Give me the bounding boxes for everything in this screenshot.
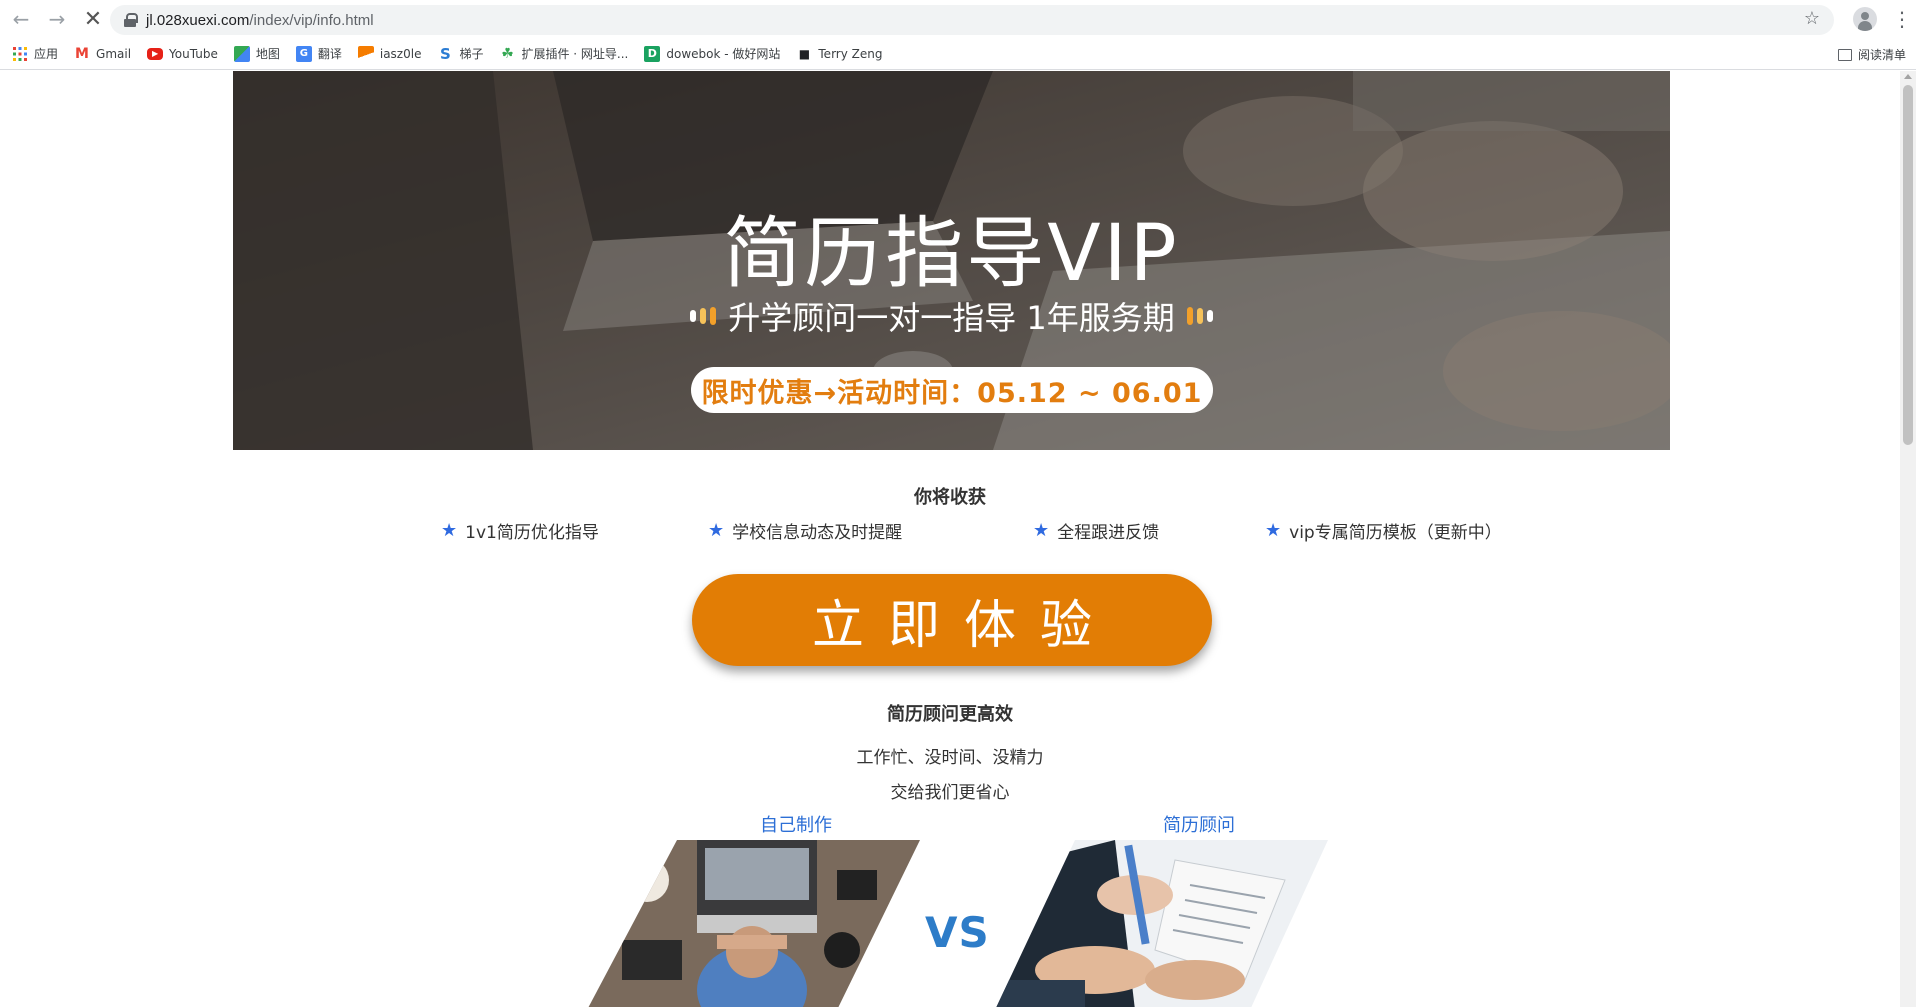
- diy-label: 自己制作: [760, 815, 832, 836]
- page-scrollbar[interactable]: [1900, 71, 1916, 1007]
- star-icon: ★: [441, 520, 458, 541]
- hero-banner: 简历指导VIP 升学顾问一对一指导 1年服务期 限时优惠→活动时间：05.12 …: [233, 71, 1670, 450]
- bookmark-terry-zeng[interactable]: ■ Terry Zeng: [796, 46, 883, 62]
- benefit-item: ★ 学校信息动态及时提醒: [708, 518, 902, 543]
- benefit-item: ★ vip专属简历模板（更新中）: [1265, 518, 1502, 543]
- bookmark-star-icon[interactable]: ☆: [1804, 8, 1820, 29]
- efficiency-line-2: 交给我们更省心: [890, 783, 1010, 803]
- bookmark-label: 地图: [255, 47, 280, 61]
- url-path: /index/vip/info.html: [249, 11, 374, 29]
- page-content: 简历指导VIP 升学顾问一对一指导 1年服务期 限时优惠→活动时间：05.12 …: [0, 71, 1900, 1007]
- browser-toolbar: ← → ✕ jl.028xuexi.com/index/vip/info.htm…: [0, 0, 1916, 38]
- efficiency-heading: 简历顾问更高效: [887, 704, 1013, 725]
- bookmark-label: 梯子: [459, 47, 484, 61]
- bookmarks-bar: 应用 M Gmail ▶ YouTube 地图 G 翻译 iasz0le S 梯…: [0, 38, 1916, 70]
- consultant-label: 简历顾问: [1163, 815, 1235, 836]
- terry-icon: ■: [798, 46, 811, 61]
- benefit-label: 1v1简历优化指导: [465, 523, 599, 543]
- banner-subtitle-row: 升学顾问一对一指导 1年服务期: [233, 293, 1670, 339]
- d-logo-icon: D: [644, 45, 661, 62]
- consultant-photo: [995, 840, 1328, 1007]
- versus-label: VS: [925, 908, 990, 957]
- bookmark-label: 翻译: [317, 47, 342, 61]
- bookmark-flag-icon: [357, 45, 374, 62]
- reading-list-label: 阅读清单: [1857, 48, 1906, 62]
- bookmark-label: 应用: [34, 47, 59, 61]
- bookmark-maps[interactable]: 地图: [233, 45, 280, 62]
- decorative-bars-icon: [690, 307, 717, 325]
- bookmark-translate[interactable]: G 翻译: [295, 45, 342, 62]
- benefits-heading: 你将收获: [914, 487, 986, 508]
- banner-subtitle: 升学顾问一对一指导 1年服务期: [728, 299, 1175, 337]
- back-arrow-icon[interactable]: ←: [6, 4, 36, 34]
- apps-grid-icon: [12, 46, 28, 62]
- profile-avatar-icon[interactable]: [1853, 7, 1877, 31]
- lock-icon: [124, 13, 138, 27]
- star-icon: ★: [1033, 520, 1050, 541]
- extension-icon: ☘: [501, 45, 514, 62]
- benefit-item: ★ 1v1简历优化指导: [441, 518, 599, 543]
- bookmark-label: Terry Zeng: [818, 46, 883, 61]
- decorative-bars-icon: [1186, 307, 1213, 325]
- scrollbar-thumb[interactable]: [1903, 85, 1913, 445]
- benefit-label: 学校信息动态及时提醒: [732, 523, 903, 543]
- promo-badge: 限时优惠→活动时间：05.12 ~ 06.01: [691, 367, 1213, 413]
- efficiency-line-1: 工作忙、没时间、没精力: [856, 748, 1044, 768]
- bookmark-gmail[interactable]: M Gmail: [74, 46, 131, 62]
- bookmark-iasz0le[interactable]: iasz0le: [357, 45, 422, 62]
- benefit-item: ★ 全程跟进反馈: [1033, 518, 1159, 543]
- url-text: jl.028xuexi.com/index/vip/info.html: [146, 12, 374, 29]
- translate-icon: G: [295, 45, 312, 62]
- bookmark-apps[interactable]: 应用: [12, 45, 58, 62]
- stop-loading-icon[interactable]: ✕: [78, 4, 108, 34]
- star-icon: ★: [708, 520, 725, 541]
- benefit-label: 全程跟进反馈: [1057, 523, 1160, 543]
- maps-icon: [233, 45, 250, 62]
- scroll-up-icon[interactable]: [1904, 74, 1912, 79]
- banner-title: 简历指导VIP: [723, 209, 1180, 299]
- reading-list-button[interactable]: 阅读清单: [1837, 46, 1906, 63]
- youtube-icon: ▶: [147, 47, 164, 60]
- forward-arrow-icon[interactable]: →: [42, 4, 72, 34]
- bookmark-label: 扩展插件 · 网址导...: [521, 47, 629, 61]
- address-bar[interactable]: jl.028xuexi.com/index/vip/info.html ☆: [110, 5, 1834, 35]
- bookmark-dowebok[interactable]: D dowebok - 做好网站: [644, 45, 780, 62]
- gmail-icon: M: [75, 45, 89, 62]
- bookmark-label: YouTube: [169, 46, 218, 61]
- s-logo-icon: S: [440, 44, 451, 63]
- benefit-label: vip专属简历模板（更新中）: [1289, 523, 1502, 543]
- bookmark-extensions[interactable]: ☘ 扩展插件 · 网址导...: [499, 45, 628, 62]
- browser-menu-icon[interactable]: ⋮: [1892, 6, 1912, 32]
- bookmark-label: dowebok - 做好网站: [666, 47, 781, 61]
- bookmark-tizi[interactable]: S 梯子: [437, 44, 484, 63]
- bookmark-label: Gmail: [96, 46, 132, 61]
- try-now-button[interactable]: 立即体验: [692, 574, 1212, 666]
- benefits-list: ★ 1v1简历优化指导 ★ 学校信息动态及时提醒 ★ 全程跟进反馈 ★ vip专…: [0, 518, 1900, 544]
- star-icon: ★: [1265, 520, 1282, 541]
- diy-photo: [587, 840, 920, 1007]
- bookmark-label: iasz0le: [379, 46, 422, 61]
- reading-list-icon: [1837, 48, 1852, 61]
- bookmark-youtube[interactable]: ▶ YouTube: [147, 47, 218, 61]
- url-domain: jl.028xuexi.com: [146, 11, 250, 29]
